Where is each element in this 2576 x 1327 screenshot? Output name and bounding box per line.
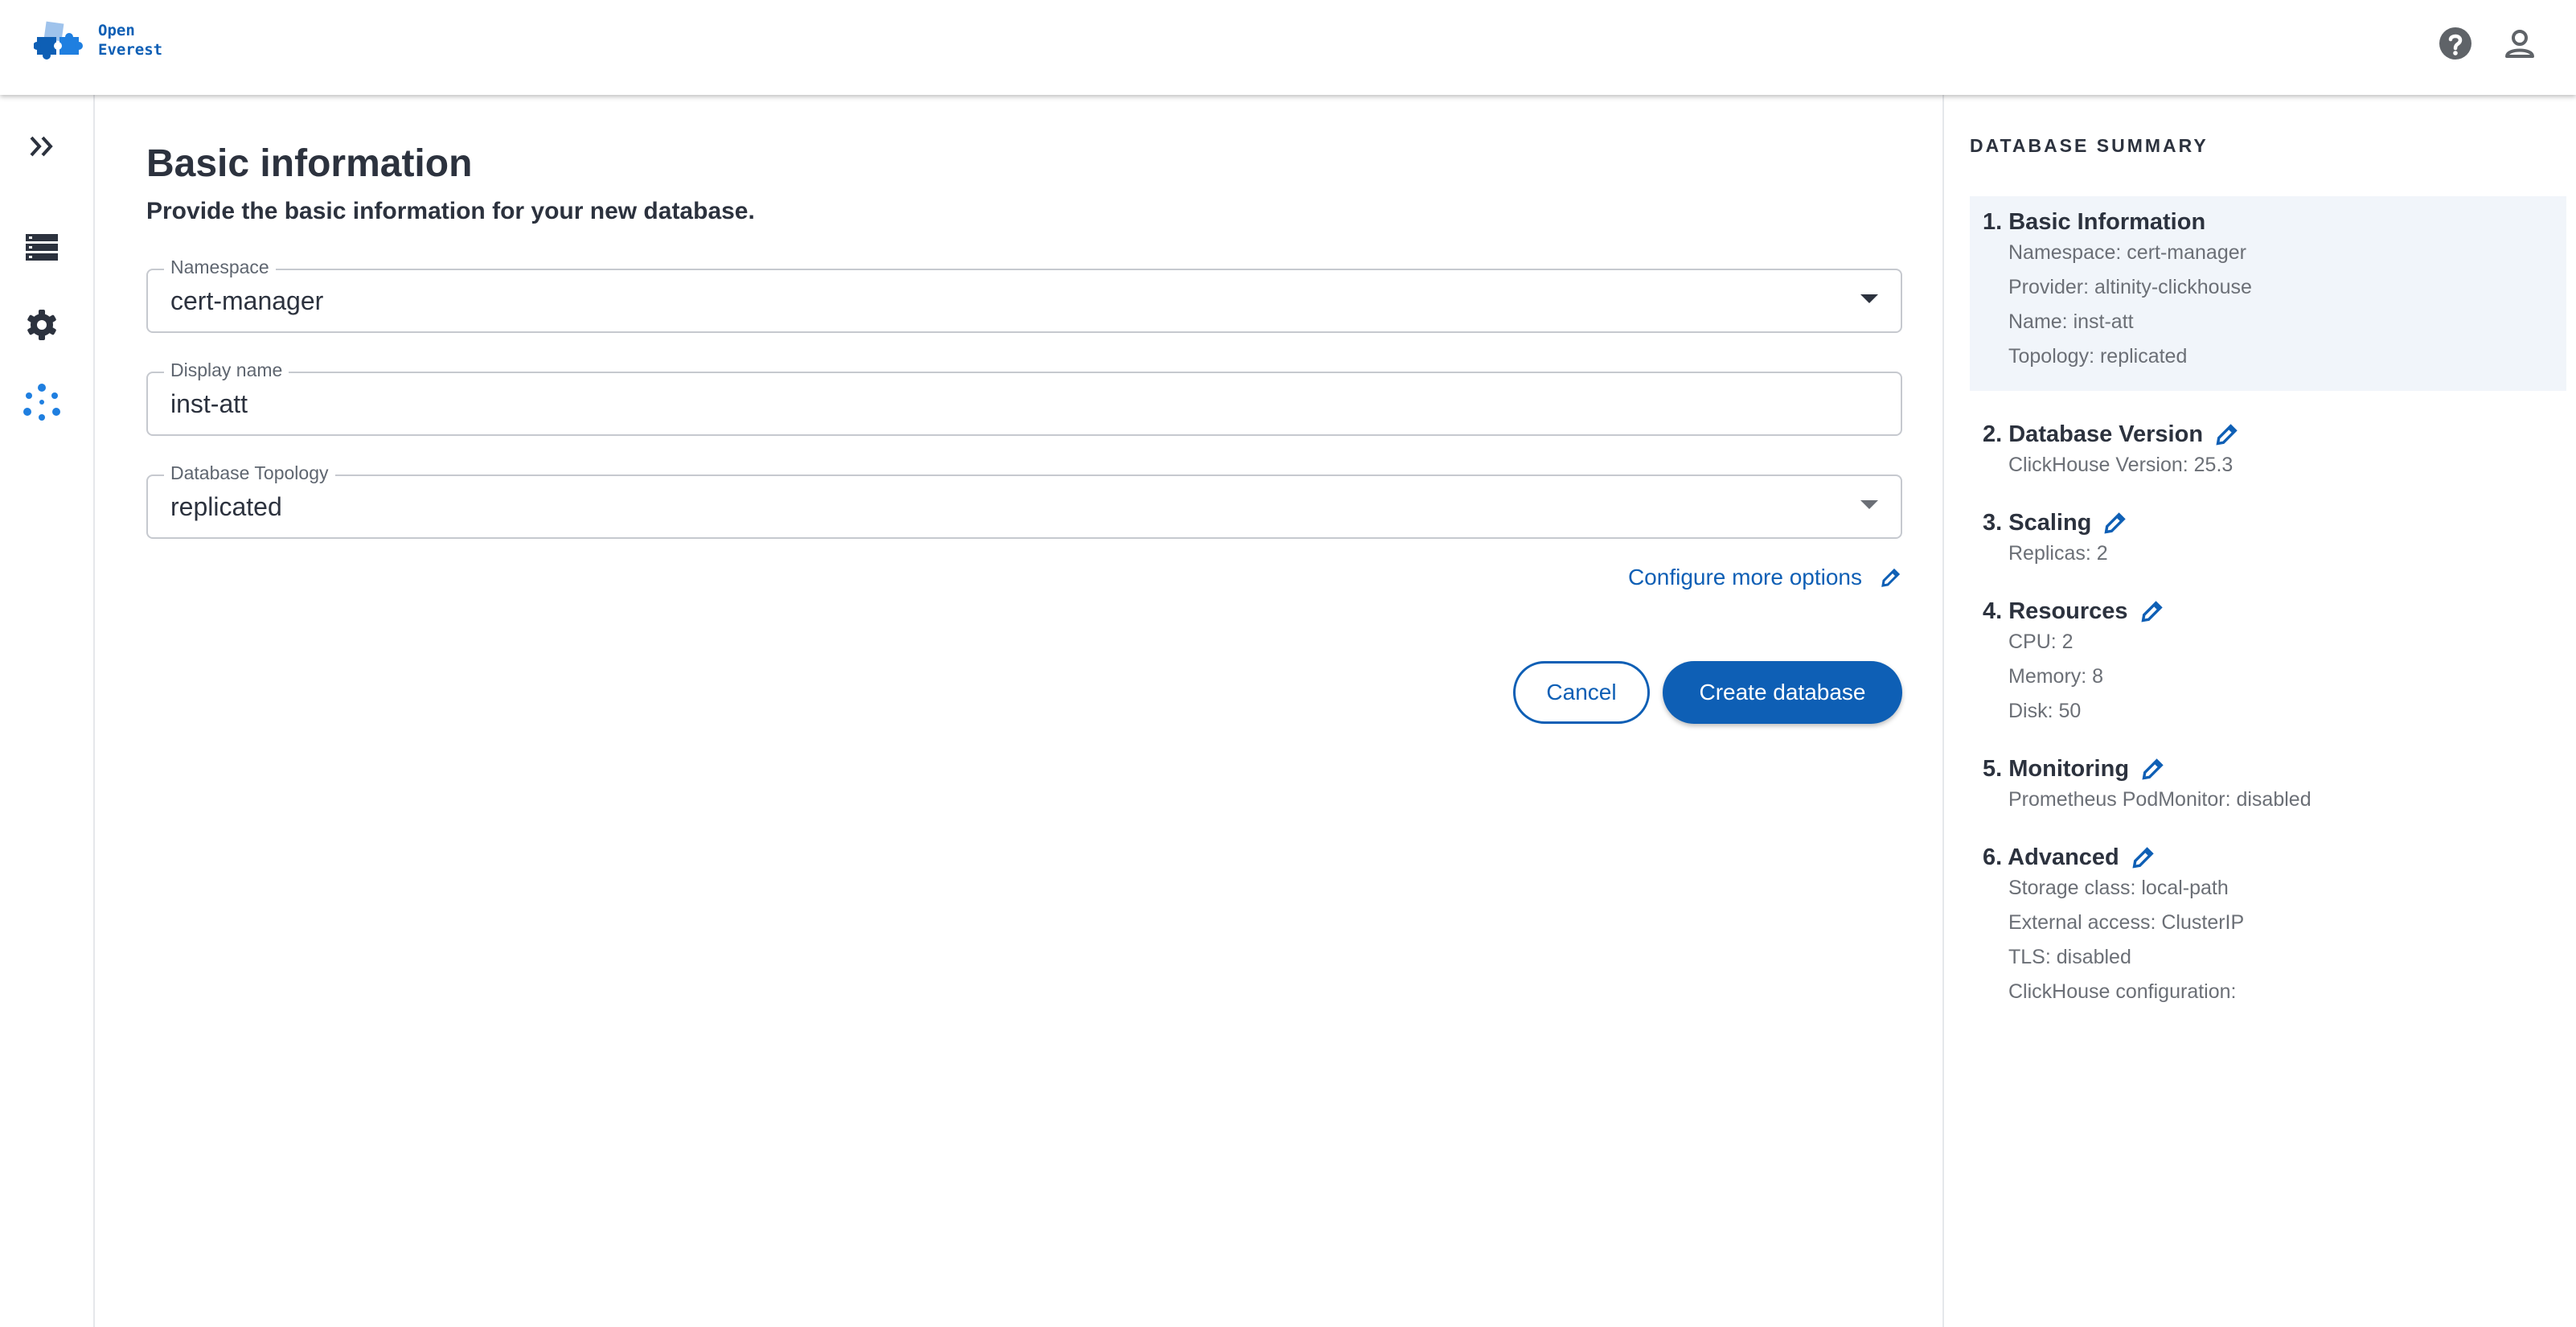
summary-section-title: 1. Basic Information — [1983, 208, 2206, 235]
databases-stack-icon[interactable] — [18, 224, 66, 272]
page-subtitle: Provide the basic information for your n… — [146, 198, 755, 224]
summary-item: TLS: disabled — [2008, 946, 2131, 968]
summary-section-title: 6. Advanced — [1983, 844, 2119, 870]
summary-item: ClickHouse Version: 25.3 — [2008, 454, 2233, 476]
summary-title: DATABASE SUMMARY — [1970, 135, 2209, 156]
logo-text-open: Open — [98, 22, 135, 39]
summary-section-monitoring: 5. Monitoring Prometheus PodMonitor: dis… — [1970, 754, 2566, 819]
dots-cluster-icon[interactable] — [18, 378, 66, 426]
summary-section-title: 4. Resources — [1983, 598, 2128, 624]
summary-section-database-version: 2. Database Version ClickHouse Version: … — [1970, 420, 2566, 484]
summary-section-title: 3. Scaling — [1983, 509, 2092, 536]
create-database-form: Basic information Provide the basic info… — [95, 95, 1942, 1327]
summary-item: Topology: replicated — [2008, 345, 2188, 368]
namespace-value: cert-manager — [170, 286, 324, 315]
summary-section-title: 2. Database Version — [1983, 421, 2204, 447]
database-topology-label: Database Topology — [164, 462, 335, 484]
display-name-input[interactable]: Display name inst-att — [146, 359, 1902, 436]
expand-chevrons-icon[interactable] — [18, 122, 66, 170]
open-everest-logo[interactable]: Open Everest — [34, 16, 187, 64]
summary-section-title: 5. Monitoring — [1983, 755, 2130, 782]
edit-pencil-icon[interactable] — [2214, 421, 2240, 447]
summary-item: Replicas: 2 — [2008, 542, 2108, 565]
edit-pencil-icon[interactable] — [2139, 598, 2165, 624]
summary-item: Prometheus PodMonitor: disabled — [2008, 788, 2311, 811]
summary-section-resources: 4. Resources CPU: 2 Memory: 8 Disk: 50 — [1970, 597, 2566, 730]
summary-item: Provider: altinity-clickhouse — [2008, 276, 2252, 298]
summary-item: Name: inst-att — [2008, 310, 2134, 333]
cancel-button[interactable]: Cancel — [1513, 661, 1650, 724]
database-topology-select[interactable]: Database Topology replicated — [146, 462, 1902, 539]
database-topology-value: replicated — [170, 492, 282, 521]
edit-pencil-icon[interactable] — [2131, 844, 2156, 870]
summary-item: External access: ClusterIP — [2008, 911, 2245, 934]
edit-pencil-icon[interactable] — [2102, 510, 2128, 536]
settings-gear-icon[interactable] — [18, 301, 66, 349]
configure-more-options-label: Configure more options — [1627, 565, 1862, 590]
display-name-value: inst-att — [170, 389, 248, 418]
page-title: Basic information — [146, 142, 473, 185]
navigation-rail — [0, 95, 95, 1327]
namespace-label: Namespace — [164, 257, 276, 278]
summary-section-basic-information: 1. Basic Information Namespace: cert-man… — [1970, 196, 2566, 391]
logo-text-everest: Everest — [98, 41, 163, 59]
display-name-label: Display name — [164, 359, 289, 381]
summary-item: Disk: 50 — [2008, 700, 2082, 722]
summary-item: Storage class: local-path — [2008, 877, 2229, 899]
summary-item: CPU: 2 — [2008, 631, 2074, 653]
help-icon[interactable] — [2436, 24, 2475, 63]
create-database-button[interactable]: Create database — [1663, 661, 1902, 724]
database-summary-panel: DATABASE SUMMARY 1. Basic Information Na… — [1942, 95, 2576, 1327]
summary-item: Memory: 8 — [2008, 665, 2104, 688]
caret-down-icon[interactable] — [1860, 500, 1878, 509]
namespace-select[interactable]: Namespace cert-manager — [146, 257, 1902, 333]
summary-section-scaling: 3. Scaling Replicas: 2 — [1970, 508, 2566, 573]
summary-item: Namespace: cert-manager — [2008, 241, 2246, 264]
pencil-icon — [1881, 568, 1901, 587]
top-app-bar: Open Everest — [0, 0, 2576, 95]
edit-pencil-icon[interactable] — [2140, 756, 2166, 782]
user-account-icon[interactable] — [2500, 24, 2539, 63]
puzzle-logo-icon — [34, 21, 83, 60]
configure-more-options-link[interactable]: Configure more options — [1628, 565, 1902, 590]
caret-down-icon[interactable] — [1860, 294, 1878, 303]
summary-item: ClickHouse configuration: — [2008, 980, 2237, 1003]
summary-section-advanced: 6. Advanced Storage class: local-path Ex… — [1970, 843, 2566, 1012]
